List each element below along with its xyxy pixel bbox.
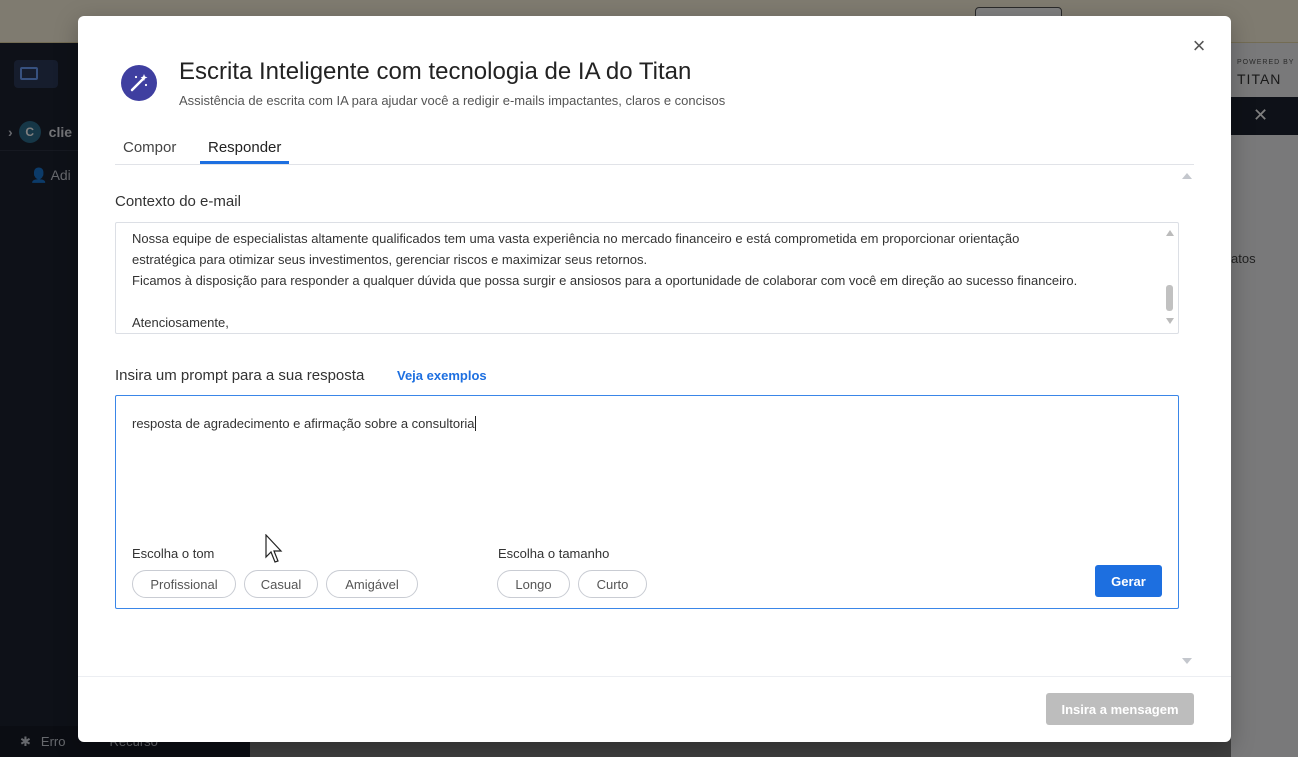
tab-compor[interactable]: Compor: [115, 139, 184, 163]
scroll-up-arrow-icon[interactable]: [1181, 171, 1193, 181]
magic-wand-icon: [121, 65, 157, 101]
context-scrollbar[interactable]: [1162, 223, 1178, 333]
context-label: Contexto do e-mail: [115, 193, 241, 210]
generate-button[interactable]: Gerar: [1095, 565, 1162, 597]
scrollbar-thumb[interactable]: [1166, 285, 1173, 311]
tone-chip-casual[interactable]: Casual: [244, 570, 318, 598]
mode-tabs: Compor Responder: [115, 133, 1194, 165]
see-examples-link[interactable]: Veja exemplos: [397, 368, 487, 383]
footer-divider: [78, 676, 1231, 677]
prompt-input-box[interactable]: resposta de agradecimento e afirmação so…: [115, 395, 1179, 609]
tone-chip-profissional[interactable]: Profissional: [132, 570, 236, 598]
modal-title: Escrita Inteligente com tecnologia de IA…: [179, 58, 692, 85]
email-context-text: Nossa equipe de especialistas altamente …: [132, 231, 1078, 330]
scroll-up-arrow-icon[interactable]: [1165, 229, 1175, 237]
prompt-label: Insira um prompt para a sua resposta: [115, 367, 365, 384]
tab-responder[interactable]: Responder: [200, 139, 290, 164]
close-button[interactable]: ×: [1187, 34, 1211, 58]
tone-label: Escolha o tom: [132, 546, 215, 561]
prompt-value: resposta de agradecimento e afirmação so…: [132, 416, 475, 431]
modal-subtitle: Assistência de escrita com IA para ajuda…: [179, 93, 726, 108]
insert-message-button[interactable]: Insira a mensagem: [1046, 693, 1194, 725]
mouse-pointer-icon: [265, 534, 283, 563]
ai-writing-modal: × Escrita Inteligente com tecnologia de …: [78, 16, 1231, 742]
prompt-input[interactable]: resposta de agradecimento e afirmação so…: [132, 416, 476, 431]
text-caret: [474, 416, 476, 431]
scroll-down-arrow-icon[interactable]: [1165, 317, 1175, 325]
scroll-down-arrow-icon[interactable]: [1181, 656, 1193, 666]
email-context-box[interactable]: Nossa equipe de especialistas altamente …: [115, 222, 1179, 334]
size-chip-longo[interactable]: Longo: [497, 570, 570, 598]
tone-chip-amigavel[interactable]: Amigável: [326, 570, 418, 598]
size-label: Escolha o tamanho: [498, 546, 610, 561]
size-chip-curto[interactable]: Curto: [578, 570, 647, 598]
